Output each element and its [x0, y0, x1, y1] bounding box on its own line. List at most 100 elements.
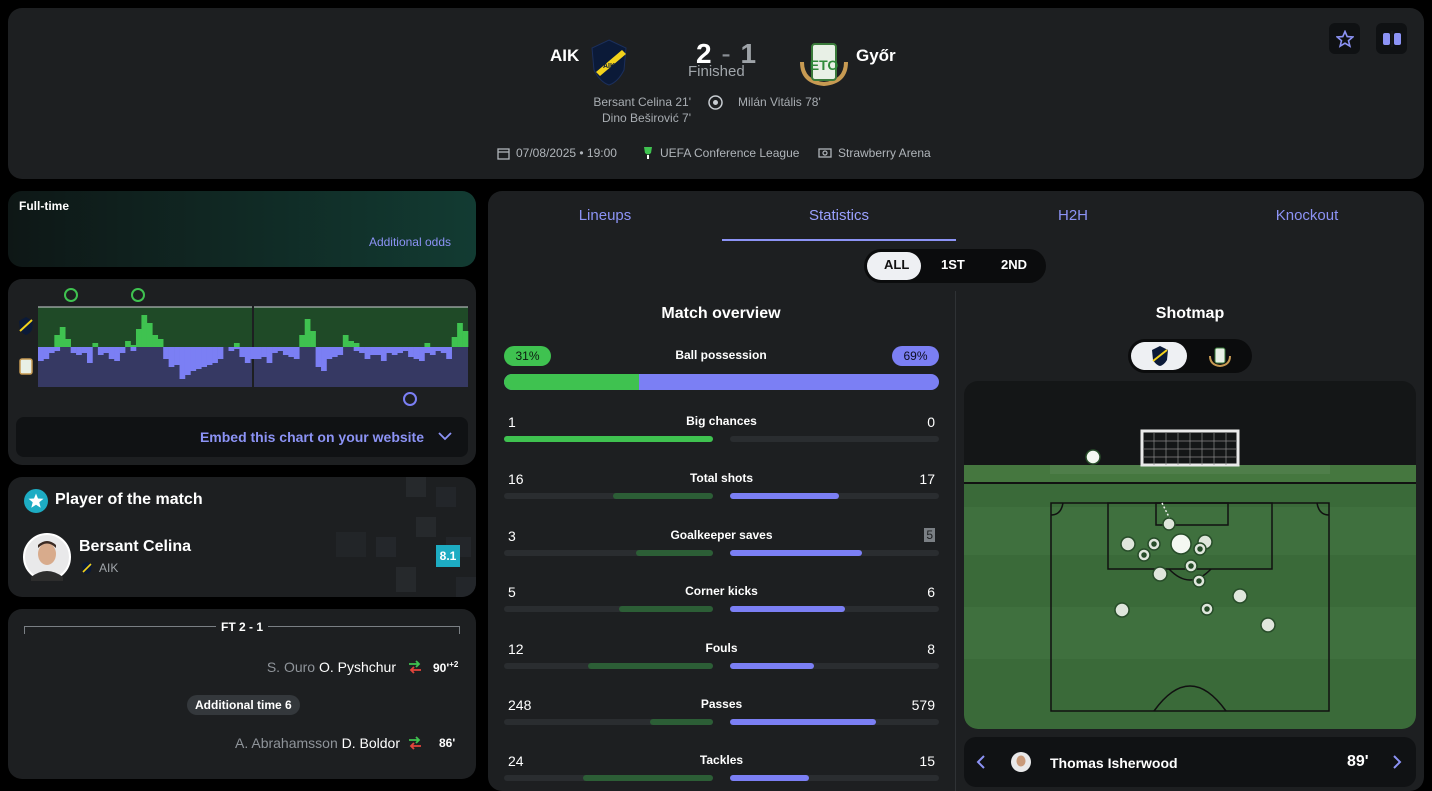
stat-row: 1 Big chances 0	[504, 414, 939, 464]
date-text: 07/08/2025 • 19:00	[516, 146, 617, 160]
momentum-away-bar	[114, 347, 120, 361]
favorite-button[interactable]	[1329, 23, 1360, 54]
momentum-away-bar	[321, 347, 327, 371]
player-avatar[interactable]	[1010, 751, 1032, 773]
period-all[interactable]: ALL	[884, 257, 909, 272]
stat-row: 248 Passes 579	[504, 697, 939, 747]
momentum-away-bar	[370, 347, 376, 355]
stat-away-bar	[730, 663, 939, 669]
sub-in-player[interactable]: O. Pyshchur	[319, 659, 396, 675]
potm-player-name[interactable]: Bersant Celina	[79, 538, 191, 556]
home-scorer: Dino Beširović 7'	[602, 111, 691, 125]
goal-marker-icon[interactable]	[131, 288, 145, 302]
svg-text:AIK: AIK	[603, 63, 615, 70]
momentum-away-bar	[190, 347, 197, 371]
potm-title: Player of the match	[55, 491, 203, 508]
momentum-chart	[19, 288, 469, 406]
competition-name[interactable]: UEFA Conference League	[660, 146, 799, 160]
momentum-home-bar	[348, 341, 354, 347]
player-avatar[interactable]	[23, 533, 71, 581]
stadium-icon	[818, 148, 832, 158]
momentum-away-bar	[380, 347, 387, 361]
player-of-the-match-card[interactable]: Player of the match Bersant Celina AIK 8…	[8, 477, 476, 597]
away-team-mini-logo	[19, 358, 33, 375]
additional-odds-link[interactable]: Additional odds	[369, 235, 451, 249]
match-date: 07/08/2025 • 19:00	[497, 146, 617, 160]
stat-home-fill	[635, 550, 713, 556]
stat-away-fill	[730, 493, 839, 499]
momentum-away-bar	[424, 347, 431, 353]
period-selector: ALL 1ST 2ND	[864, 249, 1046, 283]
goal-marker-icon[interactable]	[403, 392, 417, 406]
embed-bar[interactable]: Embed this chart on your website	[16, 417, 468, 457]
momentum-away-bar	[38, 347, 44, 361]
tab-lineups[interactable]: Lineups	[488, 207, 722, 224]
substitution-row[interactable]: S. Ouro O. Pyshchur	[267, 659, 396, 675]
momentum-away-bar	[239, 347, 246, 357]
stat-home-fill	[612, 493, 713, 499]
stat-away-value: 0	[927, 414, 935, 430]
tab-statistics[interactable]: Statistics	[722, 207, 956, 224]
momentum-away-bar	[233, 347, 240, 349]
match-status: Finished	[688, 63, 745, 80]
chevron-down-icon[interactable]	[438, 431, 452, 441]
sub-out-player[interactable]: A. Abrahamsson	[235, 735, 338, 751]
tab-knockout[interactable]: Knockout	[1190, 207, 1424, 224]
stat-away-fill	[730, 775, 810, 781]
away-team-logo-icon[interactable]	[1208, 345, 1232, 367]
stat-home-bar	[504, 775, 713, 781]
shotmap-pitch	[964, 381, 1416, 729]
momentum-away-bar	[331, 347, 338, 357]
star-badge-icon	[24, 489, 48, 513]
momentum-away-bar	[212, 347, 218, 363]
tab-h2h[interactable]: H2H	[956, 207, 1190, 224]
stat-away-value: 5	[924, 528, 935, 542]
home-team-logo[interactable]: AIK	[588, 38, 630, 86]
away-team-logo[interactable]: ETO	[798, 38, 850, 86]
substitution-row[interactable]: A. Abrahamsson D. Boldor	[235, 735, 400, 751]
away-team-name[interactable]: Győr	[856, 46, 896, 66]
stat-label: Passes	[700, 697, 743, 711]
shot-player-name[interactable]: Thomas Isherwood	[1050, 755, 1178, 771]
momentum-away-bar	[103, 347, 110, 353]
momentum-away-bar	[76, 347, 82, 355]
momentum-away-bar	[81, 347, 88, 353]
stat-home-bar	[504, 493, 713, 499]
stat-away-bar	[730, 775, 939, 781]
competition[interactable]: UEFA Conference League	[642, 146, 799, 160]
venue: Strawberry Arena	[818, 146, 931, 160]
momentum-away-bar	[277, 347, 284, 351]
stat-away-bar	[730, 493, 939, 499]
momentum-away-bar	[446, 347, 452, 359]
stat-row: 12 Fouls 8	[504, 641, 939, 691]
momentum-away-bar	[184, 347, 191, 375]
match-header: AIK AIK 2 - 1 ETO Győr Finished Bersant …	[8, 8, 1424, 179]
sub-in-player[interactable]: D. Boldor	[342, 735, 400, 751]
potm-team: AIK	[99, 561, 119, 575]
momentum-away-bar	[70, 347, 77, 353]
compare-button[interactable]	[1376, 23, 1407, 54]
goal-marker-icon[interactable]	[64, 288, 78, 302]
ft-score-label: FT 2 - 1	[220, 620, 263, 634]
momentum-away-bar	[174, 347, 180, 365]
home-team-mini-logo	[19, 317, 33, 335]
momentum-away-bar	[206, 347, 213, 365]
momentum-away-bar	[201, 347, 208, 367]
momentum-away-bar	[217, 347, 224, 359]
momentum-away-bar	[326, 347, 333, 359]
active-tab-indicator	[722, 239, 956, 241]
momentum-away-bar	[408, 347, 414, 357]
period-1st[interactable]: 1ST	[941, 257, 965, 272]
momentum-away-bar	[337, 347, 344, 355]
match-events-card: FT 2 - 1 S. Ouro O. Pyshchur 90'+2 Addit…	[8, 609, 476, 779]
embed-chart-link[interactable]: Embed this chart on your website	[200, 429, 424, 445]
shotmap-home-toggle[interactable]	[1131, 342, 1187, 370]
sub-minute: 90'	[433, 661, 450, 675]
stat-row: 24 Tackles 15	[504, 753, 939, 791]
period-2nd[interactable]: 2ND	[1001, 257, 1027, 272]
stat-label: Total shots	[689, 471, 754, 485]
momentum-away-bar	[293, 347, 300, 359]
sub-out-player[interactable]: S. Ouro	[267, 659, 315, 675]
home-team-name[interactable]: AIK	[550, 46, 579, 66]
momentum-away-bar	[54, 347, 61, 351]
